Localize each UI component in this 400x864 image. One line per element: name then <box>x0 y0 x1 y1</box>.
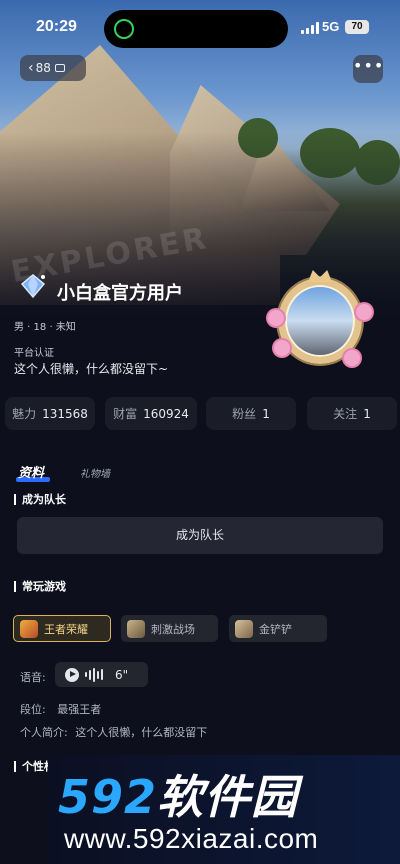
stat-following[interactable]: 关注 1 <box>307 397 397 430</box>
tab-gift-wall[interactable]: 礼物墙 <box>80 465 110 480</box>
become-captain-button[interactable]: 成为队长 <box>17 517 383 554</box>
game-item[interactable]: 金铲铲 <box>229 615 327 642</box>
game-item[interactable]: 王者荣耀 <box>13 615 111 642</box>
back-count: 88 <box>35 61 51 75</box>
signal-icon <box>301 22 319 34</box>
chevron-left-icon: ‹ <box>28 60 34 76</box>
certification-label: 平台认证 <box>14 348 54 359</box>
section-title-captain: 成为队长 <box>14 494 66 505</box>
voice-duration: 6" <box>115 667 129 682</box>
game-icon <box>20 619 38 638</box>
stat-charm[interactable]: 魅力 131568 <box>5 397 95 430</box>
status-time: 20:29 <box>36 18 77 35</box>
site-watermark: 592软件园 www.592xiazai.com <box>48 755 400 864</box>
watermark-url: www.592xiazai.com <box>64 823 319 854</box>
diamond-badge-icon <box>20 274 46 299</box>
link-icon <box>114 19 134 39</box>
voice-player[interactable]: 6" <box>55 662 148 687</box>
username: 小白盒官方用户 <box>57 283 183 304</box>
crown-icon <box>308 270 332 282</box>
section-title-games: 常玩游戏 <box>14 581 66 592</box>
flower-icon <box>356 304 372 320</box>
window-icon <box>54 64 65 72</box>
dynamic-island <box>104 10 288 48</box>
flower-icon <box>344 350 360 366</box>
stat-fans[interactable]: 粉丝 1 <box>206 397 296 430</box>
status-bar: 20:29 5G 70 <box>0 0 400 52</box>
waveform-icon <box>85 667 105 682</box>
voice-label: 语音: <box>20 671 46 684</box>
rank-row: 段位: 最强王者 <box>20 703 102 716</box>
battery-icon: 70 <box>345 20 369 34</box>
flower-icon <box>268 310 284 326</box>
stat-wealth[interactable]: 财富 160924 <box>105 397 197 430</box>
play-icon <box>65 667 79 682</box>
intro-value: 这个人很懒，什么都没留下 <box>75 726 208 739</box>
tab-profile[interactable]: 资料 <box>18 462 44 481</box>
game-icon <box>235 619 253 638</box>
back-button[interactable]: ‹ 88 <box>20 55 86 81</box>
avatar[interactable] <box>266 270 374 374</box>
game-icon <box>127 619 145 638</box>
intro-row: 个人简介: 这个人很懒，什么都没留下 <box>20 726 208 739</box>
more-button[interactable]: ••• <box>353 55 383 83</box>
game-item[interactable]: 刺激战场 <box>121 615 218 642</box>
user-bio: 这个人很懒，什么都没留下~ <box>14 362 169 376</box>
watermark-title: 592软件园 <box>58 770 299 824</box>
user-sub-info: 男 · 18 · 未知 <box>14 322 76 333</box>
network-type: 5G <box>322 19 340 34</box>
flower-icon <box>274 340 290 356</box>
rank-value: 最强王者 <box>57 703 102 716</box>
